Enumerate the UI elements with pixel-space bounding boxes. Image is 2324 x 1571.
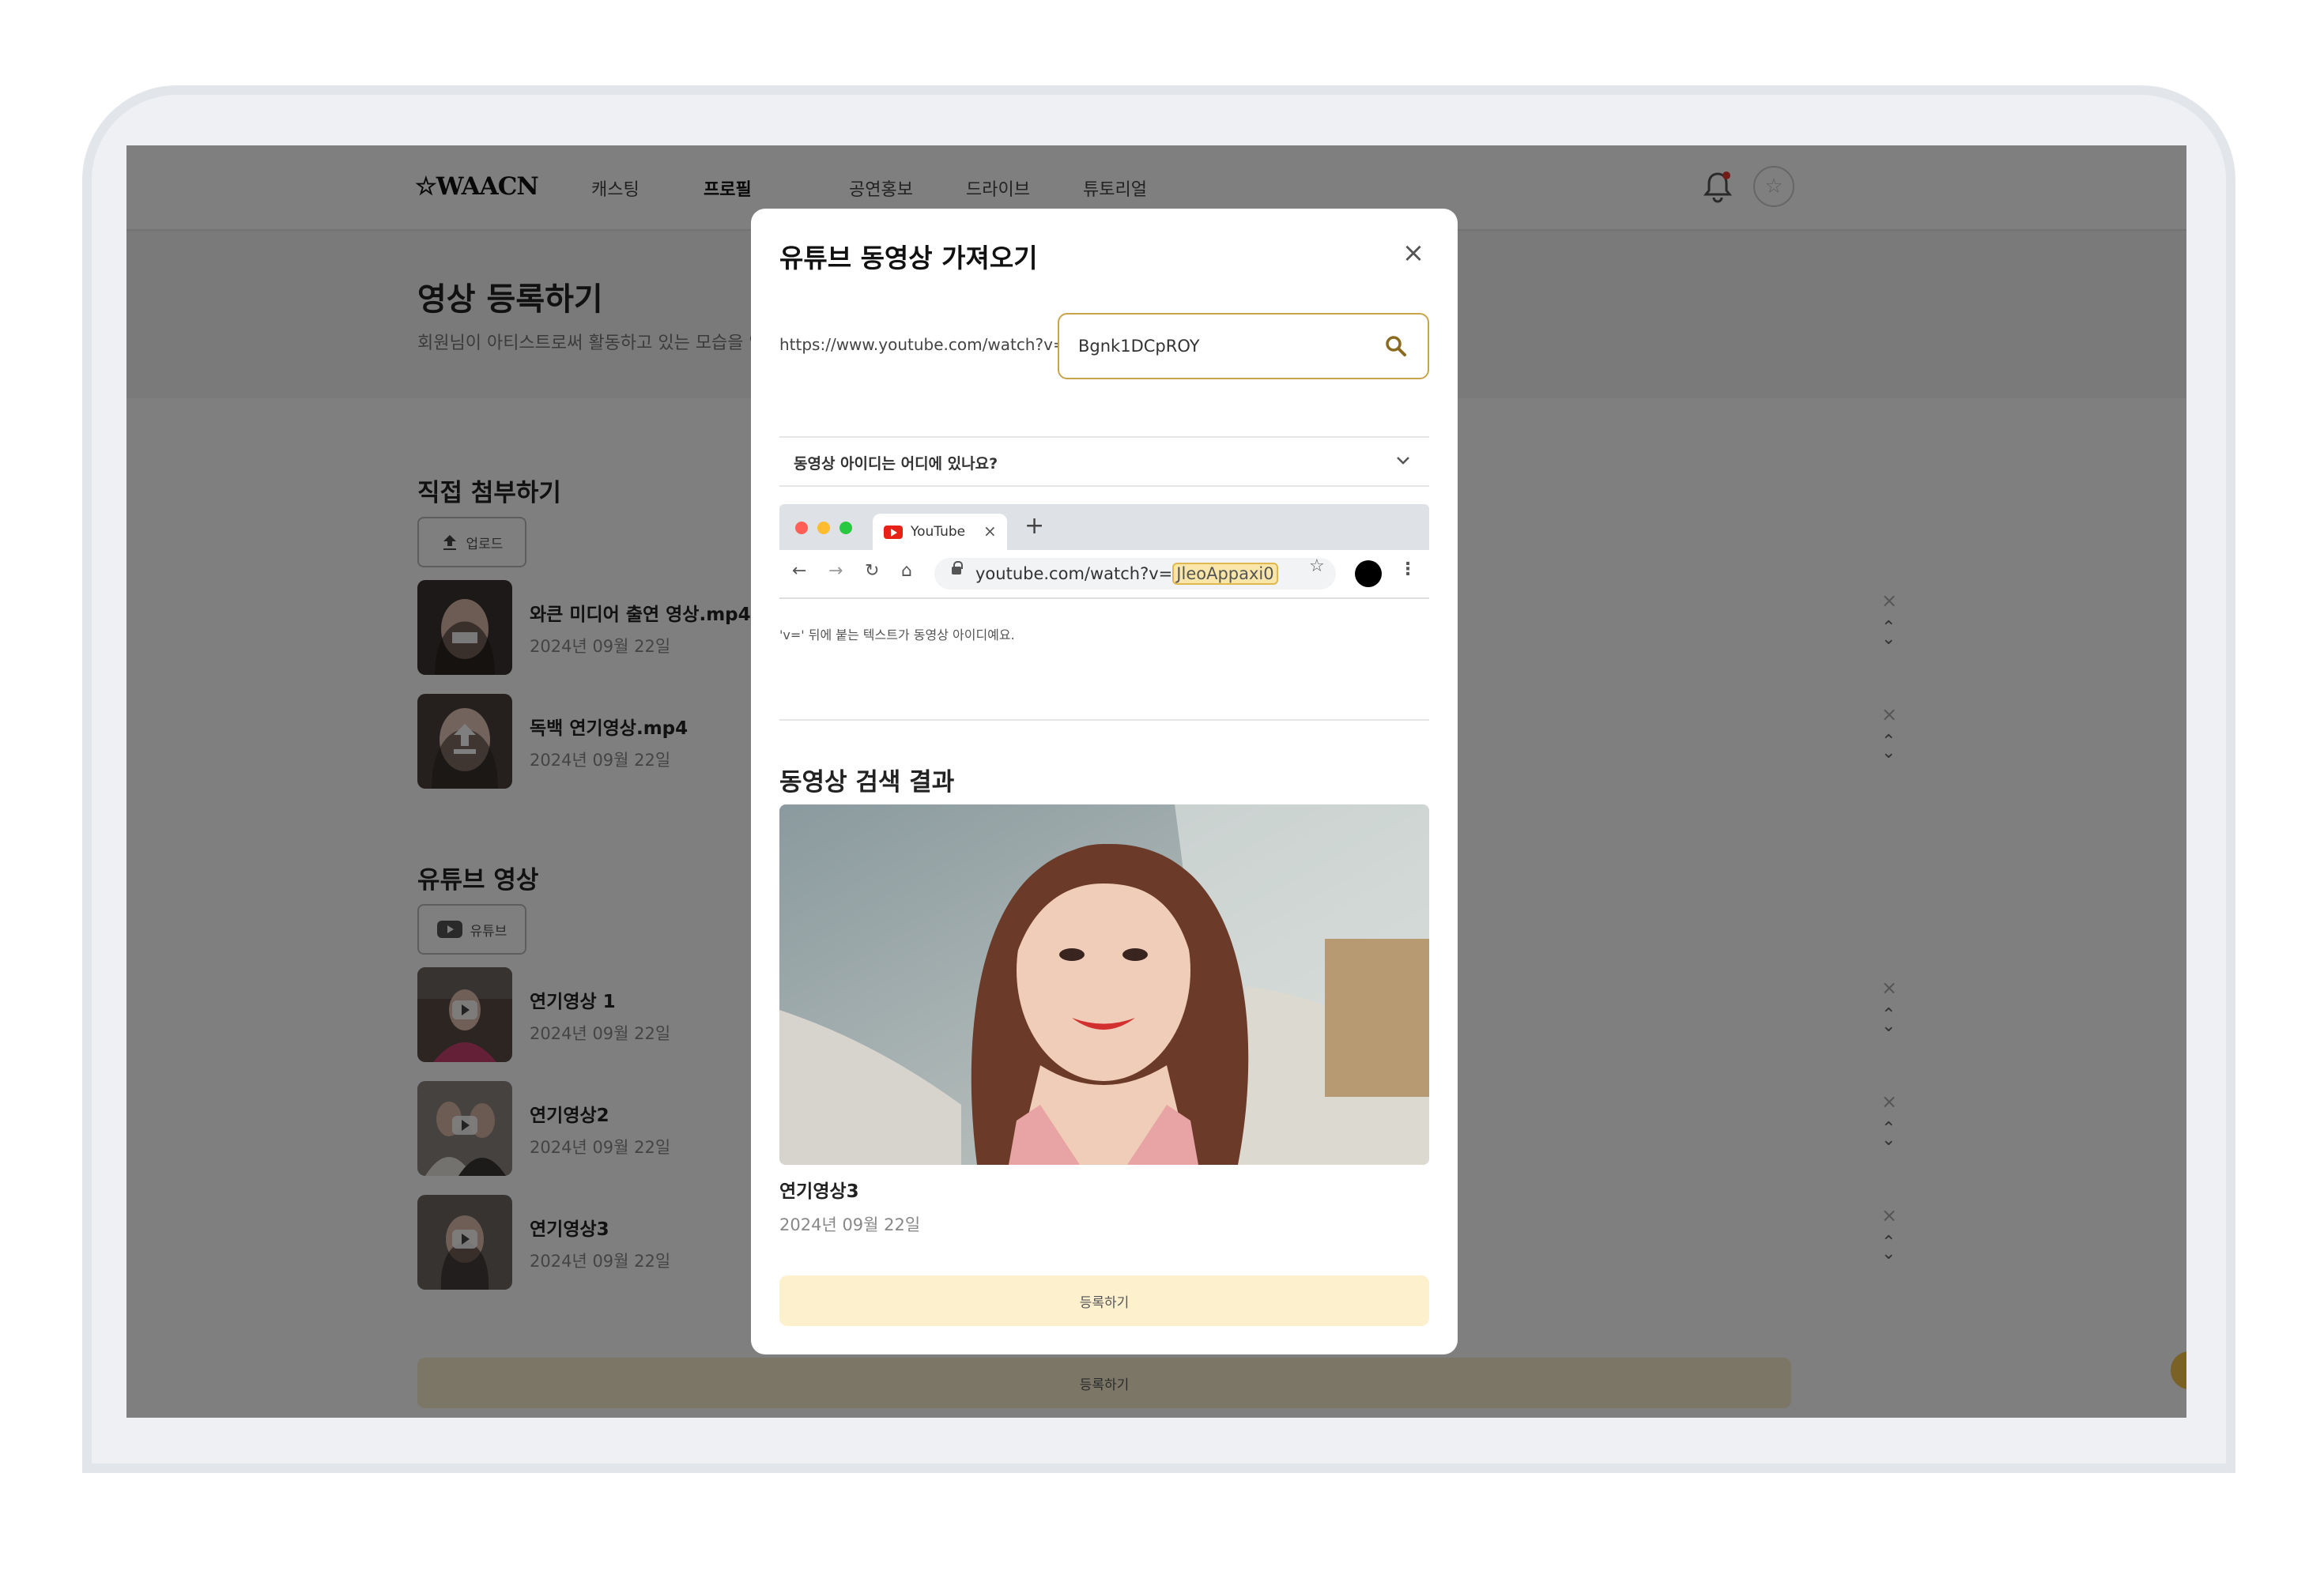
home-icon: ⌂ xyxy=(901,561,912,581)
forward-arrow-icon: → xyxy=(828,561,843,581)
url-prefix-label: https://www.youtube.com/watch?v= xyxy=(779,335,1066,354)
browser-tab: YouTube × xyxy=(873,514,1007,550)
browser-illustration: YouTube × + ← → ↻ ⌂ youtube.com/watch?v=… xyxy=(779,504,1429,599)
youtube-import-modal: 유튜브 동영상 가져오기 × https://www.youtube.com/w… xyxy=(751,209,1458,1354)
video-id-faq-accordion[interactable]: 동영상 아이디는 어디에 있나요? xyxy=(779,436,1429,487)
youtube-logo-icon xyxy=(884,526,903,539)
video-id-hint: 'v=' 뒤에 붙는 텍스트가 동영상 아이디예요. xyxy=(779,627,1015,642)
window-minimize-dot xyxy=(817,522,830,534)
browser-profile-icon xyxy=(1355,560,1382,587)
reload-icon: ↻ xyxy=(865,561,880,581)
result-video-date: 2024년 09월 22일 xyxy=(779,1215,921,1234)
address-prefix: youtube.com/watch?v= xyxy=(975,564,1173,583)
chevron-down-icon xyxy=(1397,457,1409,465)
back-arrow-icon: ← xyxy=(792,561,807,581)
modal-title: 유튜브 동영상 가져오기 xyxy=(779,243,1038,273)
device-frame-bottom xyxy=(82,1464,2235,1473)
new-tab-icon: + xyxy=(1024,512,1045,540)
browser-toolbar: ← → ↻ ⌂ youtube.com/watch?v= JleoAppaxi0 … xyxy=(779,550,1429,599)
faq-label: 동영상 아이디는 어디에 있나요? xyxy=(794,455,998,473)
tab-close-icon: × xyxy=(983,522,997,541)
app-screen: ☆WAACN 캐스팅 프로필 공연홍보 드라이브 튜토리얼 ☆ 영상 등록하기 … xyxy=(126,145,2186,1418)
window-maximize-dot xyxy=(839,522,852,534)
bookmark-star-icon: ☆ xyxy=(1309,556,1325,576)
video-id-input[interactable] xyxy=(1058,313,1429,379)
close-icon[interactable]: × xyxy=(1399,239,1428,267)
address-video-id-highlight: JleoAppaxi0 xyxy=(1172,563,1278,585)
address-bar: youtube.com/watch?v= JleoAppaxi0 xyxy=(934,558,1336,590)
browser-tab-label: YouTube xyxy=(911,524,966,540)
search-result-thumbnail[interactable] xyxy=(779,804,1429,1165)
window-close-dot xyxy=(795,522,808,534)
lock-icon xyxy=(952,561,963,575)
modal-register-button[interactable]: 등록하기 xyxy=(779,1275,1429,1326)
kebab-menu-icon: ⋮ xyxy=(1399,559,1417,579)
search-icon[interactable] xyxy=(1383,333,1409,359)
divider xyxy=(779,719,1429,721)
search-result-title: 동영상 검색 결과 xyxy=(779,768,955,797)
result-video-title: 연기영상3 xyxy=(779,1181,859,1202)
